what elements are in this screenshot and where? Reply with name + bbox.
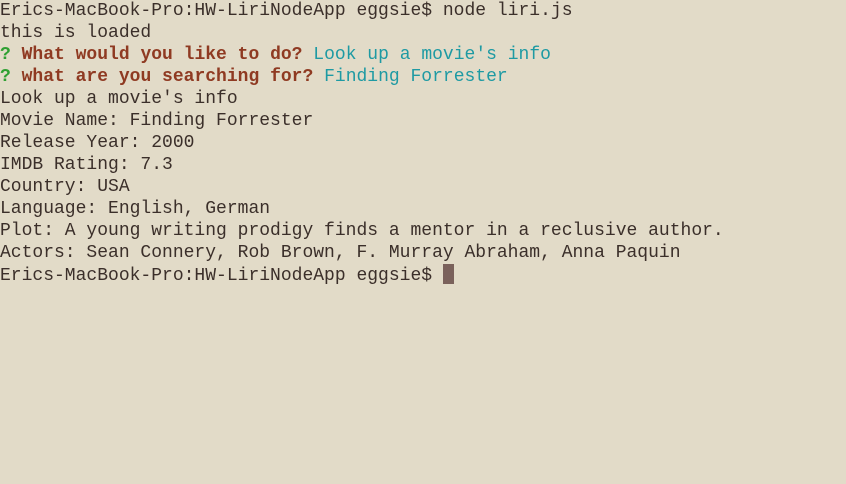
result-line: Movie Name: Finding Forrester (0, 111, 314, 131)
shell-prompt: Erics-MacBook-Pro:HW-LiriNodeApp eggsie$ (0, 1, 443, 21)
answer-text-1: Look up a movie's info (313, 45, 551, 65)
command-text: node liri.js (442, 1, 573, 21)
question-line-1: ? What would you like to do? Look up a m… (0, 44, 846, 66)
question-line-2: ? what are you searching for? Finding Fo… (0, 66, 846, 88)
result-line: Release Year: 2000 (0, 133, 195, 153)
result-line: Language: English, German (0, 199, 271, 219)
answer-text-2: Finding Forrester (324, 67, 508, 87)
question-text-2: what are you searching for? (21, 67, 314, 87)
text-cursor[interactable] (442, 264, 454, 284)
output-loaded: this is loaded (0, 23, 152, 43)
final-shell-prompt: Erics-MacBook-Pro:HW-LiriNodeApp eggsie$ (0, 266, 443, 286)
result-line: Actors: Sean Connery, Rob Brown, F. Murr… (0, 243, 681, 263)
command-line: Erics-MacBook-Pro:HW-LiriNodeApp eggsie$… (0, 0, 846, 22)
question-mark-1: ? (0, 45, 11, 65)
question-text-1: What would you like to do? (21, 45, 303, 65)
final-prompt-line[interactable]: Erics-MacBook-Pro:HW-LiriNodeApp eggsie$ (0, 264, 846, 286)
result-line: Plot: A young writing prodigy finds a me… (0, 221, 724, 241)
terminal-window[interactable]: Erics-MacBook-Pro:HW-LiriNodeApp eggsie$… (0, 0, 846, 484)
result-line: Country: USA (0, 177, 130, 197)
question-mark-2: ? (0, 67, 11, 87)
result-line: IMDB Rating: 7.3 (0, 155, 173, 175)
result-line: Look up a movie's info (0, 89, 238, 109)
